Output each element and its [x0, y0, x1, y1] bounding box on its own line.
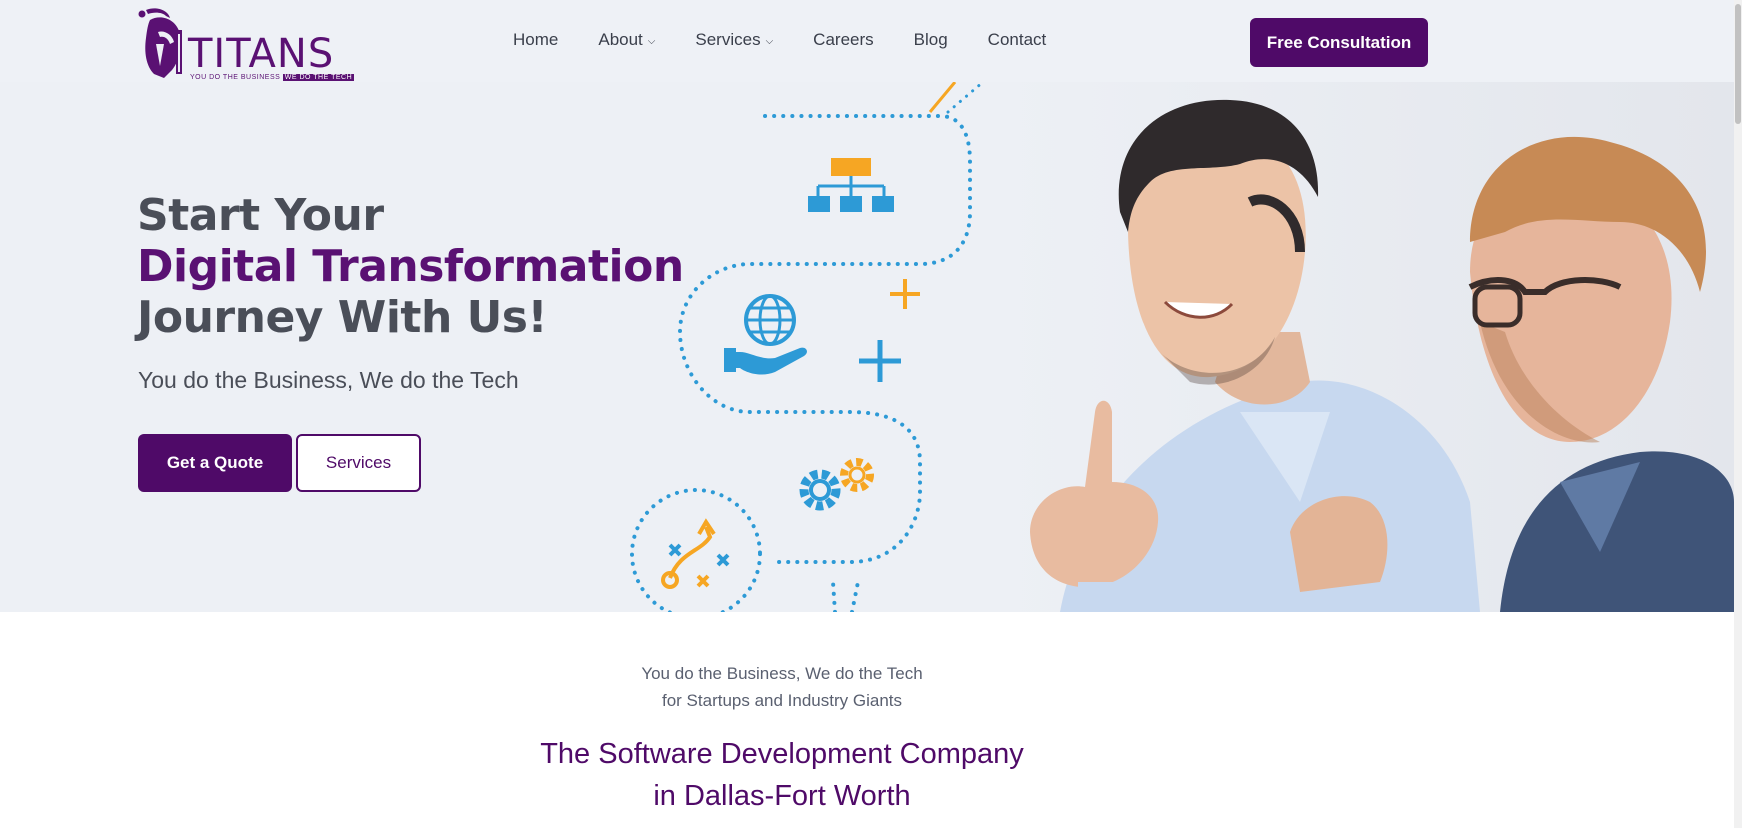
chevron-down-icon: ⌵ — [765, 35, 774, 47]
nav-item-services[interactable]: Services ⌵ — [695, 30, 773, 50]
intro-heading-line1: The Software Development Company — [540, 738, 1024, 770]
nav-item-contact[interactable]: Contact — [988, 30, 1047, 50]
get-a-quote-button[interactable]: Get a Quote — [138, 434, 292, 492]
strategy-icon — [661, 518, 730, 589]
nav-item-label: Blog — [913, 30, 948, 49]
page: TITANS YOU DO THE BUSINESS WE DO THE TEC… — [0, 0, 1742, 828]
gears-icon — [799, 458, 874, 511]
intro-line-1: You do the Business, We do the Tech — [641, 664, 923, 683]
globe-hand-icon — [724, 294, 807, 375]
intro-section: You do the Business, We do the Tech for … — [0, 612, 1734, 828]
free-consultation-button[interactable]: Free Consultation — [1250, 18, 1428, 67]
spartan-helmet-icon — [138, 8, 182, 78]
nav-item-label: About — [598, 30, 643, 49]
site-header: TITANS YOU DO THE BUSINESS WE DO THE TEC… — [0, 0, 1734, 82]
logo-tagline-left: YOU DO THE BUSINESS — [190, 74, 281, 81]
page-scrollbar[interactable] — [1734, 0, 1742, 828]
org-chart-icon — [808, 158, 894, 212]
nav-item-blog[interactable]: Blog — [914, 30, 948, 50]
hero-title-line3: Journey With Us! — [137, 292, 548, 343]
hero-photo — [1000, 82, 1734, 612]
scrollbar-thumb[interactable] — [1735, 4, 1741, 124]
hero-section: Start Your Digital Transformation Journe… — [0, 82, 1734, 612]
nav-item-about[interactable]: About ⌵ — [598, 30, 655, 50]
nav-item-home[interactable]: Home — [513, 30, 558, 50]
hero-subtitle: You do the Business, We do the Tech — [138, 367, 519, 393]
site-logo[interactable]: TITANS YOU DO THE BUSINESS WE DO THE TEC… — [136, 4, 355, 82]
intro-heading-line2: in Dallas-Fort Worth — [653, 780, 911, 812]
nav-item-label: Home — [513, 30, 559, 49]
nav-item-label: Services — [695, 30, 761, 49]
chevron-down-icon: ⌵ — [647, 35, 656, 47]
logo-tagline-right: WE DO THE TECH — [282, 74, 355, 81]
services-button[interactable]: Services — [296, 434, 421, 492]
plus-icon — [859, 279, 920, 382]
hero-title-line1: Start Your — [137, 190, 384, 241]
logo-tagline: YOU DO THE BUSINESS WE DO THE TECH — [190, 74, 355, 81]
logo-wordmark: TITANS — [188, 31, 335, 77]
main-nav: Home About ⌵ Services ⌵ Careers Blog Conta… — [513, 30, 1086, 50]
intro-line-2: for Startups and Industry Giants — [661, 691, 902, 710]
nav-item-label: Contact — [987, 30, 1047, 49]
nav-item-careers[interactable]: Careers — [813, 30, 873, 50]
nav-item-label: Careers — [813, 30, 874, 49]
